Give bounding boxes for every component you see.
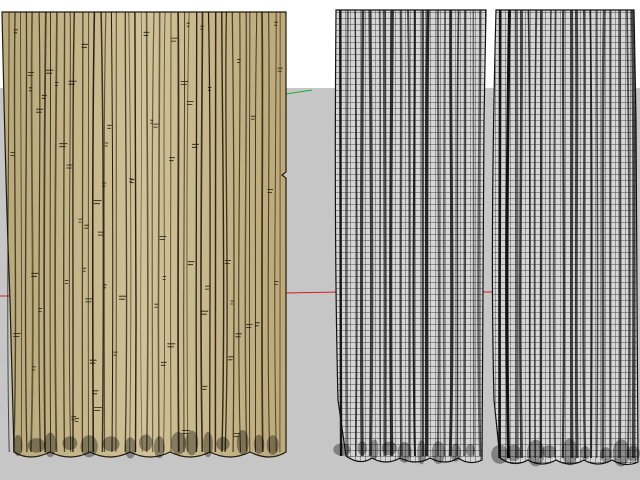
hem-shadow xyxy=(417,440,426,465)
fold-line xyxy=(345,9,349,457)
hem-shadow xyxy=(13,434,23,457)
hem-shadow xyxy=(397,441,412,463)
fold-line xyxy=(368,9,374,457)
hem-shadow xyxy=(491,444,509,464)
fold-line xyxy=(389,9,394,457)
fold-line xyxy=(630,9,636,459)
textured-curtain[interactable] xyxy=(1,11,287,459)
fold-line xyxy=(463,9,467,457)
fold-line xyxy=(617,9,622,459)
fold-line xyxy=(519,9,524,459)
fold-line xyxy=(177,11,180,453)
hem-shadow xyxy=(580,446,591,460)
hem-shadow xyxy=(27,438,45,453)
hem-shadow xyxy=(170,431,187,455)
fold-line xyxy=(195,11,198,453)
fold-line xyxy=(382,9,387,457)
hem-shadow xyxy=(626,445,640,462)
hem-shadow xyxy=(185,430,199,456)
fold-line xyxy=(399,9,403,457)
hem-shadow xyxy=(153,436,165,459)
fold-line xyxy=(575,9,579,459)
fold-line xyxy=(582,9,587,459)
fold-line xyxy=(472,9,475,457)
hem-shadow xyxy=(381,441,398,456)
hem-shadow xyxy=(541,445,557,459)
hem-shadow xyxy=(465,444,476,457)
fold-line xyxy=(81,11,84,453)
hem-shadow xyxy=(333,443,351,456)
fold-line xyxy=(514,9,519,459)
hem-shadow xyxy=(357,441,368,456)
hem-shadow xyxy=(216,437,230,451)
fold-line xyxy=(595,9,599,459)
fold-line xyxy=(436,9,441,457)
fold-line xyxy=(498,9,502,459)
hem-shadow xyxy=(600,447,612,463)
fold-line xyxy=(425,9,430,457)
hem-shadow xyxy=(80,435,98,458)
fold-line xyxy=(261,11,264,453)
fold-line xyxy=(570,9,574,459)
hem-shadow xyxy=(562,438,578,466)
hem-shadow xyxy=(139,434,153,452)
fold-line xyxy=(378,9,382,457)
hem-shadow xyxy=(124,437,137,459)
fold-line xyxy=(339,9,343,457)
hem-shadow xyxy=(370,439,379,460)
fold-line xyxy=(448,9,454,457)
fold-line xyxy=(561,9,566,459)
hem-shadow xyxy=(431,441,446,464)
fold-line xyxy=(539,9,543,459)
hem-shadow xyxy=(102,436,120,452)
scene-canvas[interactable] xyxy=(0,0,640,480)
fold-line xyxy=(477,9,482,457)
red-axis-middle xyxy=(283,291,341,294)
fold-line xyxy=(360,9,365,457)
fold-line xyxy=(412,9,417,457)
fold-line xyxy=(601,9,606,459)
hem-shadow xyxy=(253,434,265,454)
hem-shadow xyxy=(44,432,57,458)
hem-shadow xyxy=(450,443,461,462)
3d-viewport[interactable] xyxy=(0,0,640,480)
hem-shadow xyxy=(266,435,279,455)
green-axis xyxy=(285,89,313,95)
wireframe-curtain-left[interactable] xyxy=(333,9,487,465)
hem-shadow xyxy=(203,431,213,458)
hem-shadow xyxy=(506,444,522,462)
hem-shadow xyxy=(62,436,78,451)
wireframe-curtain-right[interactable] xyxy=(491,9,640,467)
